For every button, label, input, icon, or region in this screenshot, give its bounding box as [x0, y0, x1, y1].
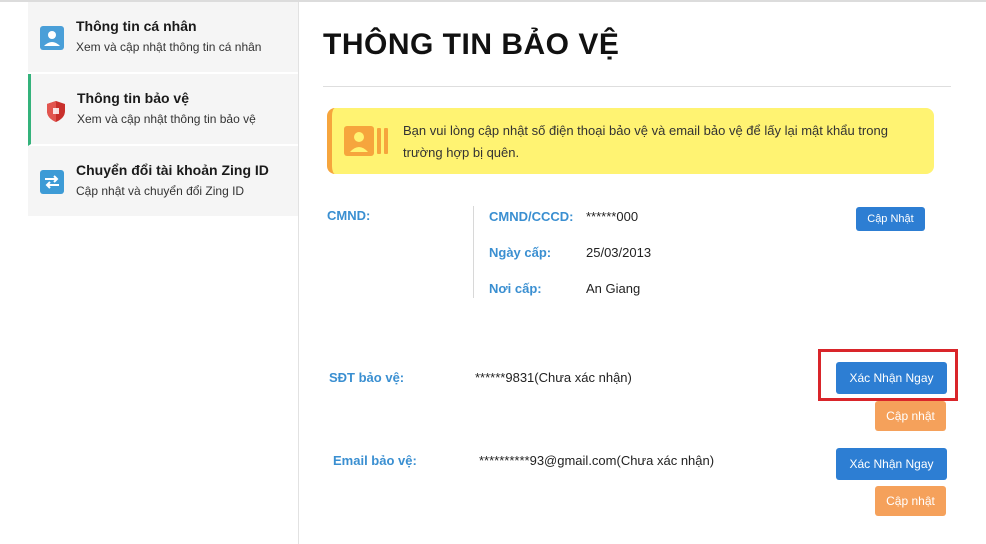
issue-place-label: Nơi cấp: — [489, 281, 542, 296]
phone-update-button[interactable]: Cập nhật — [875, 401, 946, 431]
sidebar-item-subtitle: Xem và cập nhật thông tin cá nhân — [76, 40, 262, 54]
email-value: **********93@gmail.com(Chưa xác nhận) — [479, 453, 715, 468]
phone-confirm-button[interactable]: Xác Nhận Ngay — [836, 362, 947, 394]
page-title: THÔNG TIN BẢO VỆ — [323, 28, 620, 61]
sidebar-divider — [298, 2, 299, 544]
title-divider — [323, 86, 951, 87]
issue-place-value: An Giang — [586, 281, 641, 296]
exchange-icon — [40, 170, 64, 194]
cmnd-update-button[interactable]: Cập Nhật — [856, 207, 925, 231]
email-confirm-button[interactable]: Xác Nhận Ngay — [836, 448, 947, 480]
cmnd-divider — [473, 206, 474, 298]
email-update-button[interactable]: Cập nhật — [875, 486, 946, 516]
sidebar-item-title: Thông tin cá nhân — [76, 18, 197, 34]
cmnd-label: CMND: — [327, 208, 371, 223]
sidebar-item-title: Chuyển đổi tài khoản Zing ID — [76, 162, 269, 178]
shield-icon — [47, 101, 65, 122]
sidebar-item-zing-id[interactable]: Chuyển đổi tài khoản Zing ID Cập nhật và… — [28, 146, 298, 218]
notice-banner: Bạn vui lòng cập nhật số điện thoại bảo … — [327, 108, 934, 174]
sidebar: Thông tin cá nhân Xem và cập nhật thông … — [28, 2, 298, 218]
sidebar-item-subtitle: Xem và cập nhật thông tin bảo vệ — [77, 112, 256, 126]
issue-date-value: 25/03/2013 — [586, 245, 652, 260]
cmnd-number-label: CMND/CCCD: — [489, 209, 574, 224]
user-card-icon — [40, 26, 64, 50]
sidebar-item-subtitle: Cập nhật và chuyển đổi Zing ID — [76, 184, 245, 198]
cmnd-number-value: ******000 — [586, 209, 639, 224]
sidebar-item-title: Thông tin bảo vệ — [77, 90, 189, 106]
email-label: Email bảo vệ: — [333, 453, 417, 468]
issue-date-label: Ngày cấp: — [489, 245, 552, 260]
sidebar-item-security-info[interactable]: Thông tin bảo vệ Xem và cập nhật thông t… — [28, 74, 298, 146]
notice-text: Bạn vui lòng cập nhật số điện thoại bảo … — [403, 123, 888, 160]
phone-label: SĐT bảo vệ: — [329, 370, 405, 385]
phone-value: ******9831(Chưa xác nhận) — [475, 370, 632, 385]
id-card-icon — [344, 126, 388, 156]
sidebar-item-personal-info[interactable]: Thông tin cá nhân Xem và cập nhật thông … — [28, 2, 298, 74]
